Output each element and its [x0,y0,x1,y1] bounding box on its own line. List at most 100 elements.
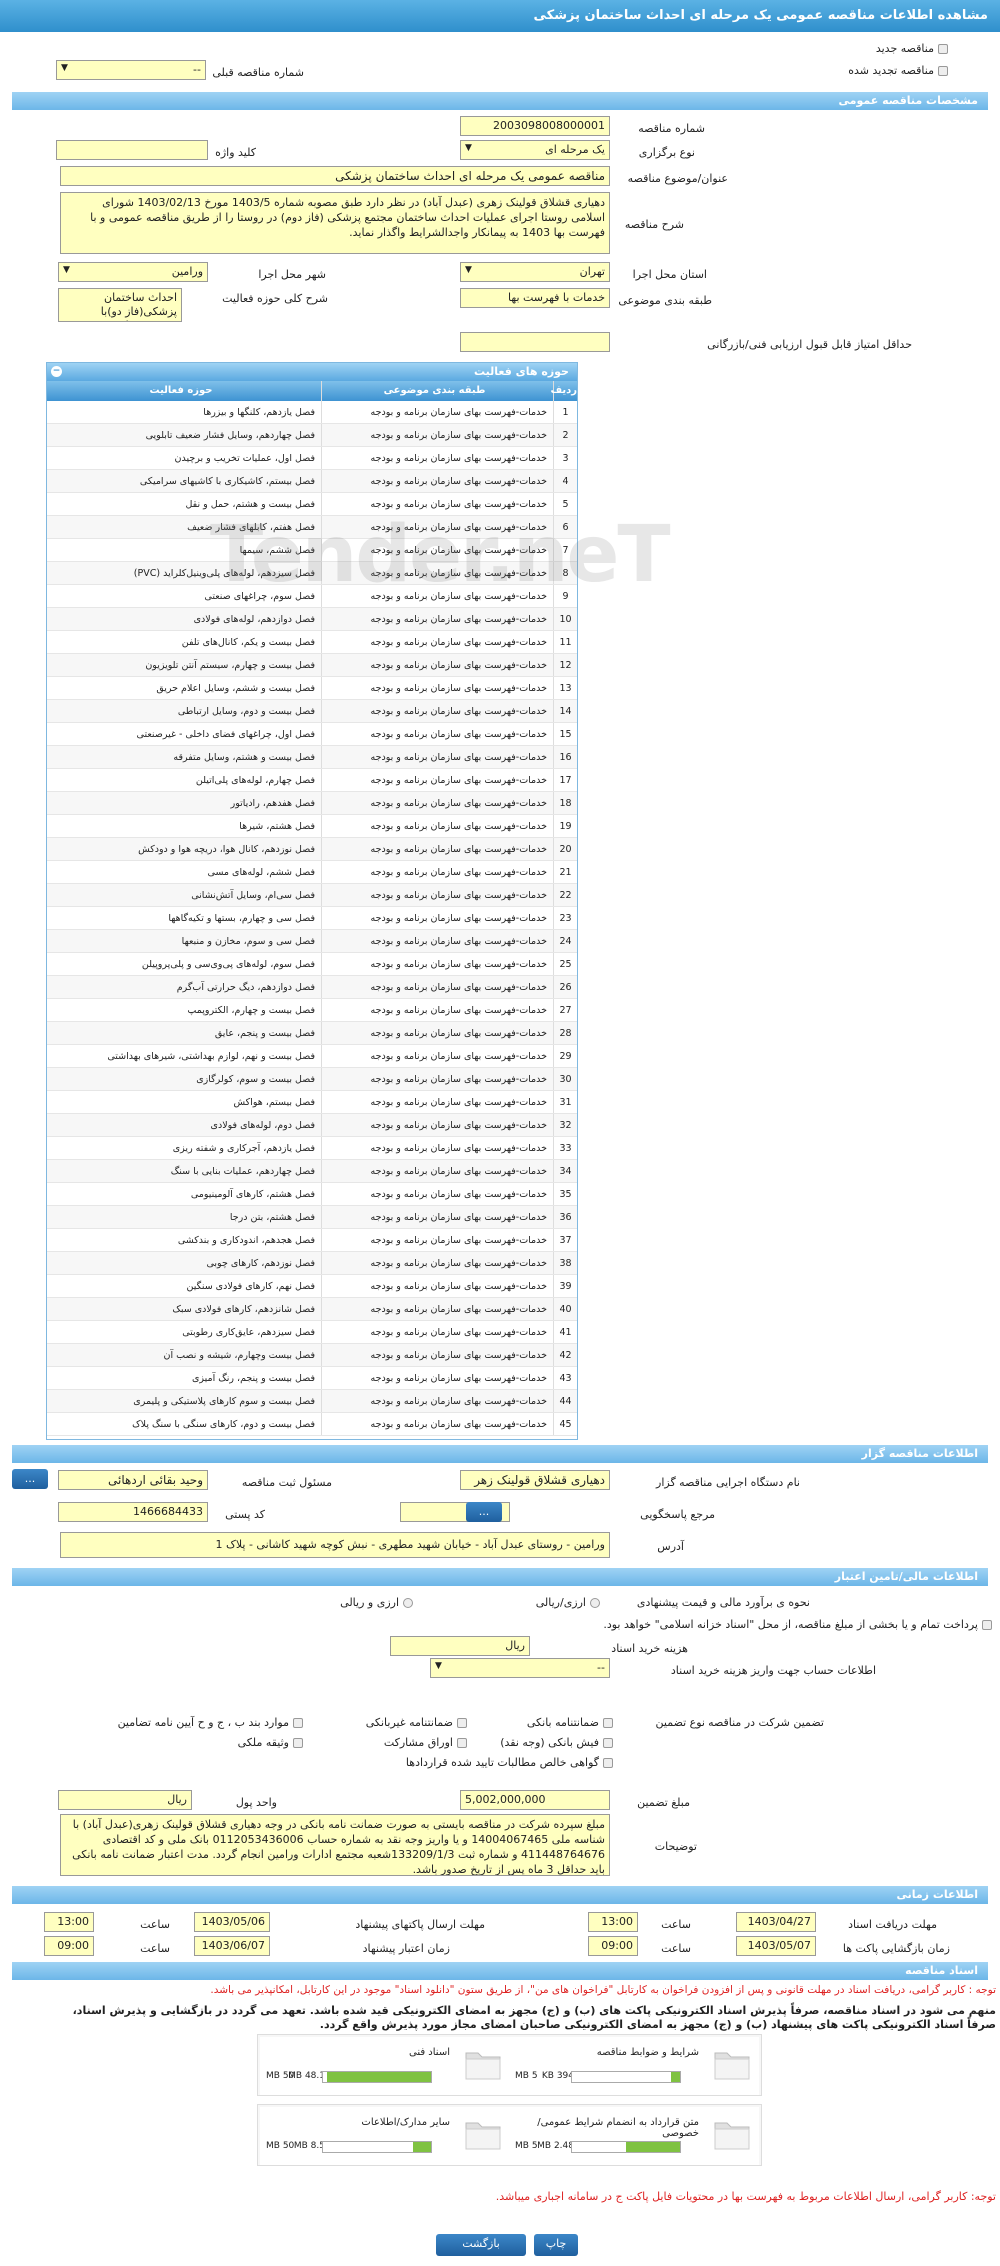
row-category: خدمات-فهرست بهای سازمان برنامه و بودجه [321,1390,553,1412]
bottom-note: توجه: کاربر گرامی، ارسال اطلاعات مربوط ب… [495,2190,996,2203]
new-tender-checkbox[interactable] [938,44,948,54]
guarantee-opt-3[interactable]: فیش بانکی (وجه نقد) [500,1736,613,1749]
g-desc-label: توضیحات [654,1840,697,1853]
guarantee-opt-0[interactable]: ضمانتنامه بانکی [527,1716,613,1729]
account-label: اطلاعات حساب جهت واریز هزینه خرید اسناد [670,1664,876,1677]
renewed-tender-checkbox[interactable] [938,66,948,76]
guarantee-checkbox[interactable] [603,1758,613,1768]
new-tender-option[interactable]: مناقصه جدید [876,42,948,55]
guarantee-checkbox[interactable] [603,1718,613,1728]
opt-rial-foreign[interactable]: ارزی/ریالی [536,1596,600,1609]
table-row: 21 خدمات-فهرست بهای سازمان برنامه و بودجه… [47,861,577,884]
account-select[interactable]: -- ▼ [430,1658,610,1678]
file-card[interactable]: سایر مدارک/اطلاعات 8.5 MB 50 MB [260,2107,510,2165]
postal-field[interactable]: 1466684433 [58,1502,208,1522]
chevron-down-icon: ▼ [435,1661,442,1671]
row-index: 37 [553,1229,577,1251]
table-row: 44 خدمات-فهرست بهای سازمان برنامه و بودجه… [47,1390,577,1413]
row-activity: فصل دوازدهم، دیگ حرارتی آب‌گرم [176,982,315,993]
guarantee-opt-6[interactable]: گواهی خالص مطالبات تایید شده قراردادها [406,1756,613,1769]
device-label: نام دستگاه اجرایی مناقصه گزار [656,1476,800,1489]
select-ref-button[interactable]: ... [466,1502,502,1522]
guarantee-opt-1[interactable]: ضمانتنامه غیربانکی [366,1716,467,1729]
row-index: 35 [553,1183,577,1205]
file-name: متن قرارداد به انضمام شرایط عمومی/خصوصی [537,2117,699,2139]
guarantee-opt-2[interactable]: موارد بند ب ، ج و ح آیین نامه تضامین [118,1716,303,1729]
city-select[interactable]: ورامین ▼ [58,262,208,282]
subject-field[interactable]: مناقصه عمومی یک مرحله ای احداث ساختمان پ… [60,166,610,186]
file-card[interactable]: شرایط و ضوابط مناقصه 394 KB 5 MB [509,2037,759,2095]
guarantee-opt-4[interactable]: اوراق مشارکت [384,1736,467,1749]
row-activity: فصل سوم، لوله‌های پی‌وی‌سی و پلی‌پروپیلن [141,959,315,970]
prev-number-select[interactable]: -- ▼ [56,60,206,80]
activities-columns: ردیف طبقه بندی موضوعی حوزه فعالیت [47,381,577,401]
scope-field[interactable]: احداث ساختمان پزشکی(فاز دو)با فهرست بها … [58,288,182,322]
doc-receive-time[interactable]: 13:00 [588,1912,638,1932]
unit-field[interactable]: ریال [58,1790,192,1810]
guarantee-checkbox[interactable] [293,1738,303,1748]
renewed-tender-option[interactable]: مناقصه تجدید شده [848,64,948,77]
activities-title: حوزه های فعالیت [474,365,569,378]
table-row: 22 خدمات-فهرست بهای سازمان برنامه و بودجه… [47,884,577,907]
table-row: 33 خدمات-فهرست بهای سازمان برنامه و بودجه… [47,1137,577,1160]
send-date[interactable]: 1403/05/06 [194,1912,270,1932]
open-time[interactable]: 09:00 [588,1936,638,1956]
pay-note-checkbox[interactable] [982,1620,992,1630]
opt-foreign-rial[interactable]: ارزی و ریالی [340,1596,413,1609]
fee-field[interactable]: ریال [390,1636,530,1656]
section-organizer: اطلاعات مناقصه گزار [12,1445,988,1463]
address-label: آدرس [657,1540,684,1553]
row-category: خدمات-فهرست بهای سازمان برنامه و بودجه [321,1367,553,1389]
back-button[interactable]: بازگشت [436,2234,526,2256]
guarantee-checkbox[interactable] [457,1738,467,1748]
row-category: خدمات-فهرست بهای سازمان برنامه و بودجه [321,677,553,699]
rial-foreign-radio[interactable] [590,1598,600,1608]
g-desc-field[interactable]: مبلغ سپرده شرکت در مناقصه بایستی به صورت… [60,1814,610,1876]
row-category: خدمات-فهرست بهای سازمان برنامه و بودجه [321,838,553,860]
row-index: 15 [553,723,577,745]
row-index: 1 [553,401,577,423]
docs-note-1: توجه : کاربر گرامی، دریافت اسناد در مهلت… [210,1984,996,1996]
validity-time[interactable]: 09:00 [44,1936,94,1956]
file-size: 8.5 MB [293,2141,325,2151]
device-field[interactable]: دهیاری قشلاق قولینک زهر [460,1470,610,1490]
collapse-icon[interactable]: − [51,366,62,377]
chevron-down-icon: ▼ [465,143,472,153]
table-row: 27 خدمات-فهرست بهای سازمان برنامه و بودجه… [47,999,577,1022]
guarantee-opt-label: اوراق مشارکت [383,1736,453,1749]
province-select[interactable]: تهران ▼ [460,262,610,282]
type-select[interactable]: یک مرحله ای ▼ [460,140,610,160]
category-field[interactable]: خدمات با فهرست بها [460,288,610,308]
row-category: خدمات-فهرست بهای سازمان برنامه و بودجه [321,1022,553,1044]
guarantee-opt-5[interactable]: وثیقه ملکی [238,1736,303,1749]
send-time[interactable]: 13:00 [44,1912,94,1932]
open-date[interactable]: 1403/05/07 [736,1936,816,1956]
row-activity: فصل بیست وچهارم، شیشه و نصب آن [163,1350,316,1361]
select-resp-button[interactable]: ... [12,1469,48,1489]
file-card[interactable]: اسناد فنی 48.1 MB 50 MB [260,2037,510,2095]
keyword-field[interactable] [56,140,208,160]
table-row: 1 خدمات-فهرست بهای سازمان برنامه و بودجه ف… [47,401,577,424]
number-field[interactable]: 2003098008000001 [460,116,610,136]
file-card[interactable]: متن قرارداد به انضمام شرایط عمومی/خصوصی … [509,2107,759,2165]
doc-receive-date[interactable]: 1403/04/27 [736,1912,816,1932]
row-category: خدمات-فهرست بهای سازمان برنامه و بودجه [321,1114,553,1136]
file-size: 394 KB [541,2071,574,2081]
print-button[interactable]: چاپ [534,2234,578,2256]
desc-field[interactable]: دهیاری قشلاق قولینک زهری (عبدل آباد) در … [60,192,610,254]
foreign-rial-radio[interactable] [403,1598,413,1608]
guarantee-opt-label: ضمانتنامه غیربانکی [365,1716,453,1729]
validity-date[interactable]: 1403/06/07 [194,1936,270,1956]
guarantee-checkbox[interactable] [293,1718,303,1728]
address-field[interactable]: ورامین - روستای عبدل آباد - خیابان شهید … [60,1532,610,1558]
row-activity: فصل نهم، کارهای فولادی سنگین [186,1281,315,1292]
amount-field[interactable]: 5,002,000,000 [460,1790,610,1810]
min-score-field[interactable] [460,332,610,352]
row-category: خدمات-فهرست بهای سازمان برنامه و بودجه [321,930,553,952]
row-category: خدمات-فهرست بهای سازمان برنامه و بودجه [321,700,553,722]
resp-field[interactable]: وحید بقائی اردهائی [58,1470,208,1490]
row-category: خدمات-فهرست بهای سازمان برنامه و بودجه [321,1275,553,1297]
guarantee-checkbox[interactable] [603,1738,613,1748]
activities-grid-header: حوزه های فعالیت − [47,363,577,381]
guarantee-checkbox[interactable] [457,1718,467,1728]
